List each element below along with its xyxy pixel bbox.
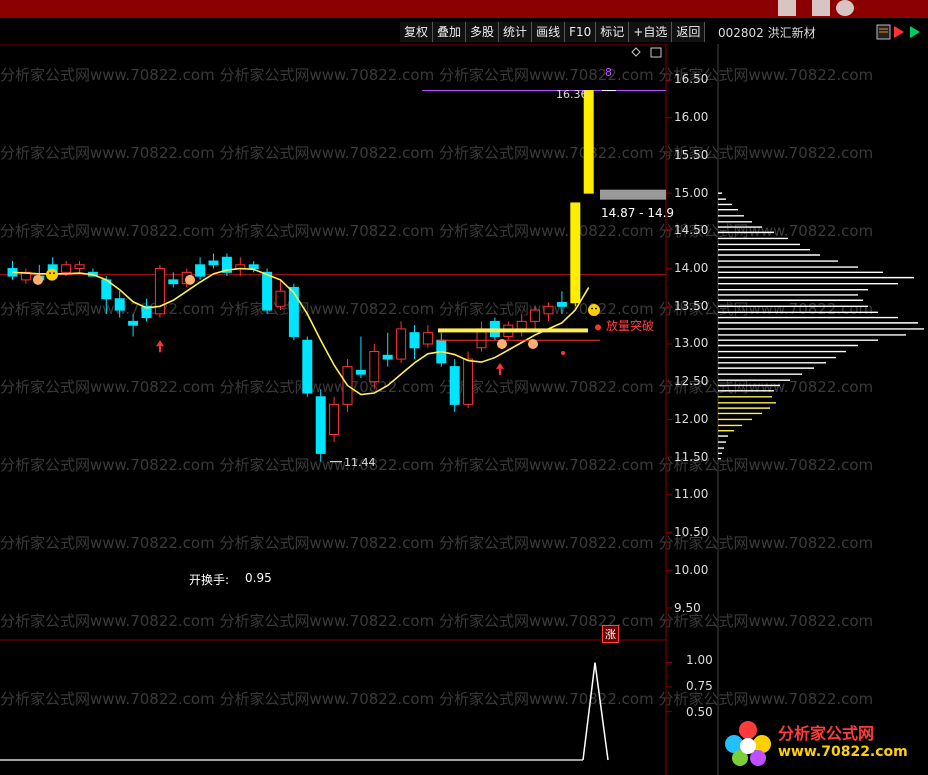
price-tick: 13.00 [674, 336, 709, 350]
high-price-label: 16.36 [556, 88, 588, 101]
multi-stock-button[interactable]: 多股 [466, 22, 500, 42]
price-tick: 11.00 [674, 487, 709, 501]
candle-body [382, 354, 393, 360]
candle-body [422, 332, 433, 345]
overlay-button[interactable]: 叠加 [433, 22, 467, 42]
hand-pointer-icon [497, 339, 507, 349]
candle-body [195, 264, 206, 277]
price-tick: 9.50 [674, 601, 701, 615]
signal-dot [561, 351, 565, 356]
volume-tick: 1.00 [686, 653, 713, 667]
range-box [600, 189, 666, 200]
smiley-eye [49, 272, 51, 275]
candle-body [74, 264, 85, 270]
price-tick: 10.50 [674, 525, 709, 539]
candle-body [329, 403, 340, 436]
candle-body [463, 358, 474, 405]
candle-body [208, 260, 219, 266]
candle-body [369, 351, 380, 383]
candle-body [128, 320, 139, 326]
low-price-label: 11.44 [344, 456, 376, 469]
price-tick: 10.00 [674, 563, 709, 577]
buy-arrow-icon [496, 362, 504, 369]
candle-body [288, 286, 299, 337]
candle-body [516, 320, 527, 330]
add-watchlist-button[interactable]: +自选 [629, 22, 673, 42]
breakout-label: 放量突破 [606, 319, 655, 333]
breakout-level-bar [438, 328, 588, 333]
candle-body [543, 305, 554, 315]
price-tick: 16.00 [674, 110, 709, 124]
f10-button[interactable]: F10 [565, 22, 597, 42]
price-axis: 16.50 16.00 15.50 15.00 14.50 14.00 13.5… [668, 44, 718, 774]
candle-body [355, 369, 366, 375]
side-toolbar-icons[interactable] [876, 24, 922, 40]
green-arrow-icon [910, 26, 920, 38]
turnover-label: 开换手: [189, 573, 230, 587]
candle-body [275, 290, 286, 307]
smiley-icon [46, 268, 58, 281]
candle-body [530, 309, 541, 322]
price-tick: 15.50 [674, 148, 709, 162]
window-icon[interactable] [778, 0, 796, 16]
price-tick: 13.50 [674, 299, 709, 313]
window-icon-2[interactable] [812, 0, 830, 16]
back-button[interactable]: 返回 [672, 22, 706, 42]
price-tick: 11.50 [674, 450, 709, 464]
smiley-eye [53, 272, 55, 275]
candle-body [449, 366, 460, 405]
smiley-eye [595, 307, 597, 310]
title-bar [0, 0, 928, 18]
red-arrow-icon [894, 26, 904, 38]
candle-body [302, 339, 313, 394]
turnover-value: 0.95 [245, 571, 272, 585]
candle-body [583, 90, 594, 194]
smiley-icon [588, 304, 600, 317]
logo-text: 分析家公式网 [778, 724, 875, 743]
candle-body [396, 328, 407, 360]
candle-body [168, 279, 179, 285]
volume-tick: 0.50 [686, 705, 713, 719]
smiley-eye [591, 307, 593, 310]
hand-pointer-icon [33, 274, 43, 285]
top-number: 8 [605, 66, 612, 79]
logo-url: www.70822.com [778, 744, 908, 760]
panel-icon [650, 47, 662, 58]
volume-tick: 0.75 [686, 679, 713, 693]
price-tick: 15.00 [674, 186, 709, 200]
stock-title: 002802 洪汇新材 [718, 26, 816, 40]
chart-toolbar: 复权 叠加 多股 统计 画线 F10 标记 +自选 返回 [400, 22, 706, 42]
settings-icon[interactable] [836, 0, 854, 16]
candle-body [262, 271, 273, 311]
diamond-icon [631, 47, 641, 57]
candle-body [315, 396, 326, 454]
price-tick: 14.00 [674, 261, 709, 275]
limit-up-badge: 涨 [602, 625, 619, 643]
hand-pointer-icon [528, 339, 538, 349]
candlestick-chart[interactable] [0, 44, 928, 775]
flower-logo-icon [725, 721, 771, 766]
candle-body [248, 264, 259, 270]
hand-pointer-icon [185, 274, 195, 285]
candle-body [409, 332, 420, 349]
candle-body [556, 302, 567, 307]
indicator-line-spike [582, 662, 609, 761]
price-tick: 12.50 [674, 374, 709, 388]
candle-body [61, 264, 72, 273]
range-label: 14.87 - 14.9 [601, 206, 675, 220]
price-tick: 16.50 [674, 72, 709, 86]
fuquan-button[interactable]: 复权 [400, 22, 434, 42]
logo-watermark: 分析家公式网 www.70822.com [720, 718, 920, 766]
mark-button[interactable]: 标记 [596, 22, 630, 42]
candle-body [114, 298, 125, 311]
price-tick: 12.00 [674, 412, 709, 426]
buy-arrow-icon [156, 340, 164, 347]
statistics-button[interactable]: 统计 [499, 22, 533, 42]
candle-body [570, 202, 581, 304]
breakout-dot [595, 324, 601, 331]
price-tick: 14.50 [674, 223, 709, 237]
draw-line-button[interactable]: 画线 [532, 22, 566, 42]
